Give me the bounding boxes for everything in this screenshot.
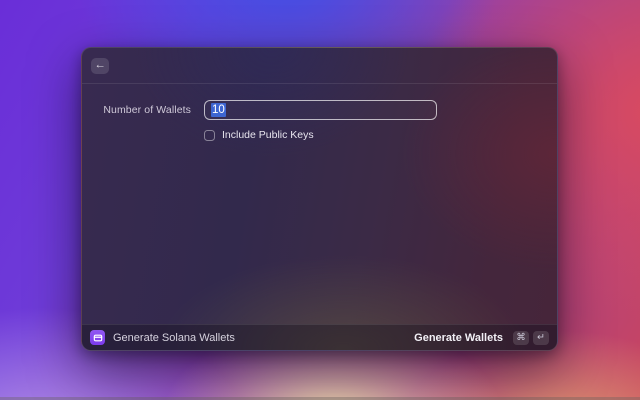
window-header: ←: [82, 48, 557, 84]
primary-action-label: Generate Wallets: [414, 331, 503, 344]
enter-key-icon: ↵: [533, 330, 549, 345]
include-public-keys-label: Include Public Keys: [222, 129, 314, 141]
command-name: Generate Solana Wallets: [113, 331, 235, 344]
back-button[interactable]: ←: [91, 57, 109, 74]
include-public-keys-field[interactable]: Include Public Keys: [204, 129, 557, 141]
command-key-icon: ⌘: [513, 330, 529, 345]
selected-input-text: 10: [211, 103, 226, 117]
shortcut-badges: ⌘ ↵: [513, 330, 549, 345]
back-arrow-icon: ←: [94, 58, 106, 71]
include-public-keys-row: Include Public Keys: [82, 129, 557, 141]
action-bar: Generate Solana Wallets Generate Wallets…: [82, 324, 557, 350]
raycast-window: ← Number of Wallets 10 Include Public Ke…: [81, 47, 558, 351]
wallet-count-row: Number of Wallets 10: [82, 100, 557, 120]
wallet-count-input[interactable]: 10: [204, 100, 437, 120]
wallet-form: Number of Wallets 10 Include Public Keys: [82, 84, 557, 141]
include-public-keys-checkbox[interactable]: [204, 129, 215, 141]
wallet-count-label: Number of Wallets: [103, 104, 191, 116]
primary-action[interactable]: Generate Wallets ⌘ ↵: [414, 330, 549, 345]
wallet-icon: [90, 330, 105, 345]
